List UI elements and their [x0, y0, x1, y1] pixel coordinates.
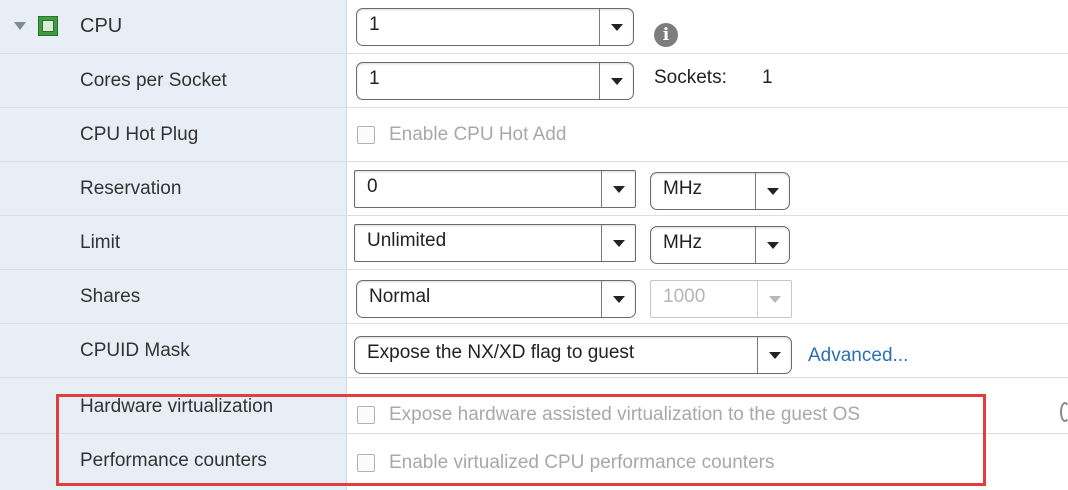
enable-perf-counters-checkbox[interactable] — [357, 454, 375, 472]
dropdown-arrow-icon[interactable] — [599, 63, 633, 99]
dropdown-arrow-icon[interactable] — [601, 171, 635, 207]
clipped-info-icon — [1060, 402, 1068, 422]
advanced-link[interactable]: Advanced... — [808, 345, 908, 367]
reservation-value: 0 — [367, 176, 378, 197]
hardware-virtualization-row: Hardware virtualization Expose hardware … — [0, 378, 1068, 434]
dropdown-arrow-icon[interactable] — [601, 281, 635, 317]
cpuid-mask-label: CPUID Mask — [80, 340, 190, 361]
enable-perf-counters-label: Enable virtualized CPU performance count… — [389, 452, 775, 473]
cpu-row: CPU 1 i — [0, 0, 1068, 54]
shares-label: Shares — [80, 286, 141, 307]
limit-combo[interactable]: Unlimited — [354, 224, 636, 262]
shares-level-value: Normal — [369, 286, 431, 307]
cpuid-mask-row: CPUID Mask Expose the NX/XD flag to gues… — [0, 324, 1068, 378]
shares-amount-value: 1000 — [663, 286, 706, 307]
shares-level-combo[interactable]: Normal — [356, 280, 636, 318]
cores-per-socket-row: Cores per Socket 1 Sockets: 1 — [0, 54, 1068, 108]
cpu-hot-plug-label: CPU Hot Plug — [80, 124, 199, 145]
enable-cpu-hot-add-label: Enable CPU Hot Add — [389, 124, 567, 145]
limit-unit-combo[interactable]: MHz — [650, 226, 790, 264]
shares-row: Shares Normal 1000 — [0, 270, 1068, 324]
dropdown-arrow-icon[interactable] — [755, 227, 789, 263]
performance-counters-label: Performance counters — [80, 450, 267, 471]
cores-per-socket-label: Cores per Socket — [80, 70, 227, 91]
chip-icon — [38, 16, 58, 36]
limit-label: Limit — [80, 232, 121, 253]
cpu-hot-plug-row: CPU Hot Plug Enable CPU Hot Add — [0, 108, 1068, 162]
dropdown-arrow-icon[interactable] — [757, 337, 791, 373]
reservation-combo[interactable]: 0 — [354, 170, 636, 208]
limit-unit-value: MHz — [663, 232, 703, 253]
reservation-row: Reservation 0 MHz — [0, 162, 1068, 216]
cpu-count-value: 1 — [369, 14, 380, 35]
reservation-label: Reservation — [80, 178, 182, 199]
dropdown-arrow-icon[interactable] — [601, 225, 635, 261]
cpu-count-combo[interactable]: 1 — [356, 8, 634, 46]
dropdown-arrow-icon[interactable] — [599, 9, 633, 45]
hardware-virtualization-label: Hardware virtualization — [80, 396, 274, 417]
cores-per-socket-value: 1 — [369, 68, 380, 89]
cores-per-socket-combo[interactable]: 1 — [356, 62, 634, 100]
reservation-unit-combo[interactable]: MHz — [650, 172, 790, 210]
sockets-label: Sockets: — [654, 67, 727, 88]
expose-hw-virtualization-label: Expose hardware assisted virtualization … — [389, 404, 861, 425]
expose-hw-virtualization-checkbox[interactable] — [357, 406, 375, 424]
cpuid-mask-value: Expose the NX/XD flag to guest — [367, 342, 635, 363]
reservation-unit-value: MHz — [663, 178, 703, 199]
enable-cpu-hot-add-checkbox[interactable] — [357, 126, 375, 144]
info-icon[interactable]: i — [654, 23, 678, 47]
shares-amount-combo: 1000 — [650, 280, 792, 318]
limit-value: Unlimited — [367, 230, 447, 251]
dropdown-arrow-icon[interactable] — [755, 173, 789, 209]
dropdown-arrow-icon — [757, 281, 791, 317]
limit-row: Limit Unlimited MHz — [0, 216, 1068, 270]
sockets-value: 1 — [762, 67, 773, 88]
cpu-title: CPU — [80, 15, 123, 37]
cpuid-mask-combo[interactable]: Expose the NX/XD flag to guest — [354, 336, 792, 374]
chevron-down-icon[interactable] — [14, 22, 26, 30]
performance-counters-row: Performance counters Enable virtualized … — [0, 434, 1068, 490]
